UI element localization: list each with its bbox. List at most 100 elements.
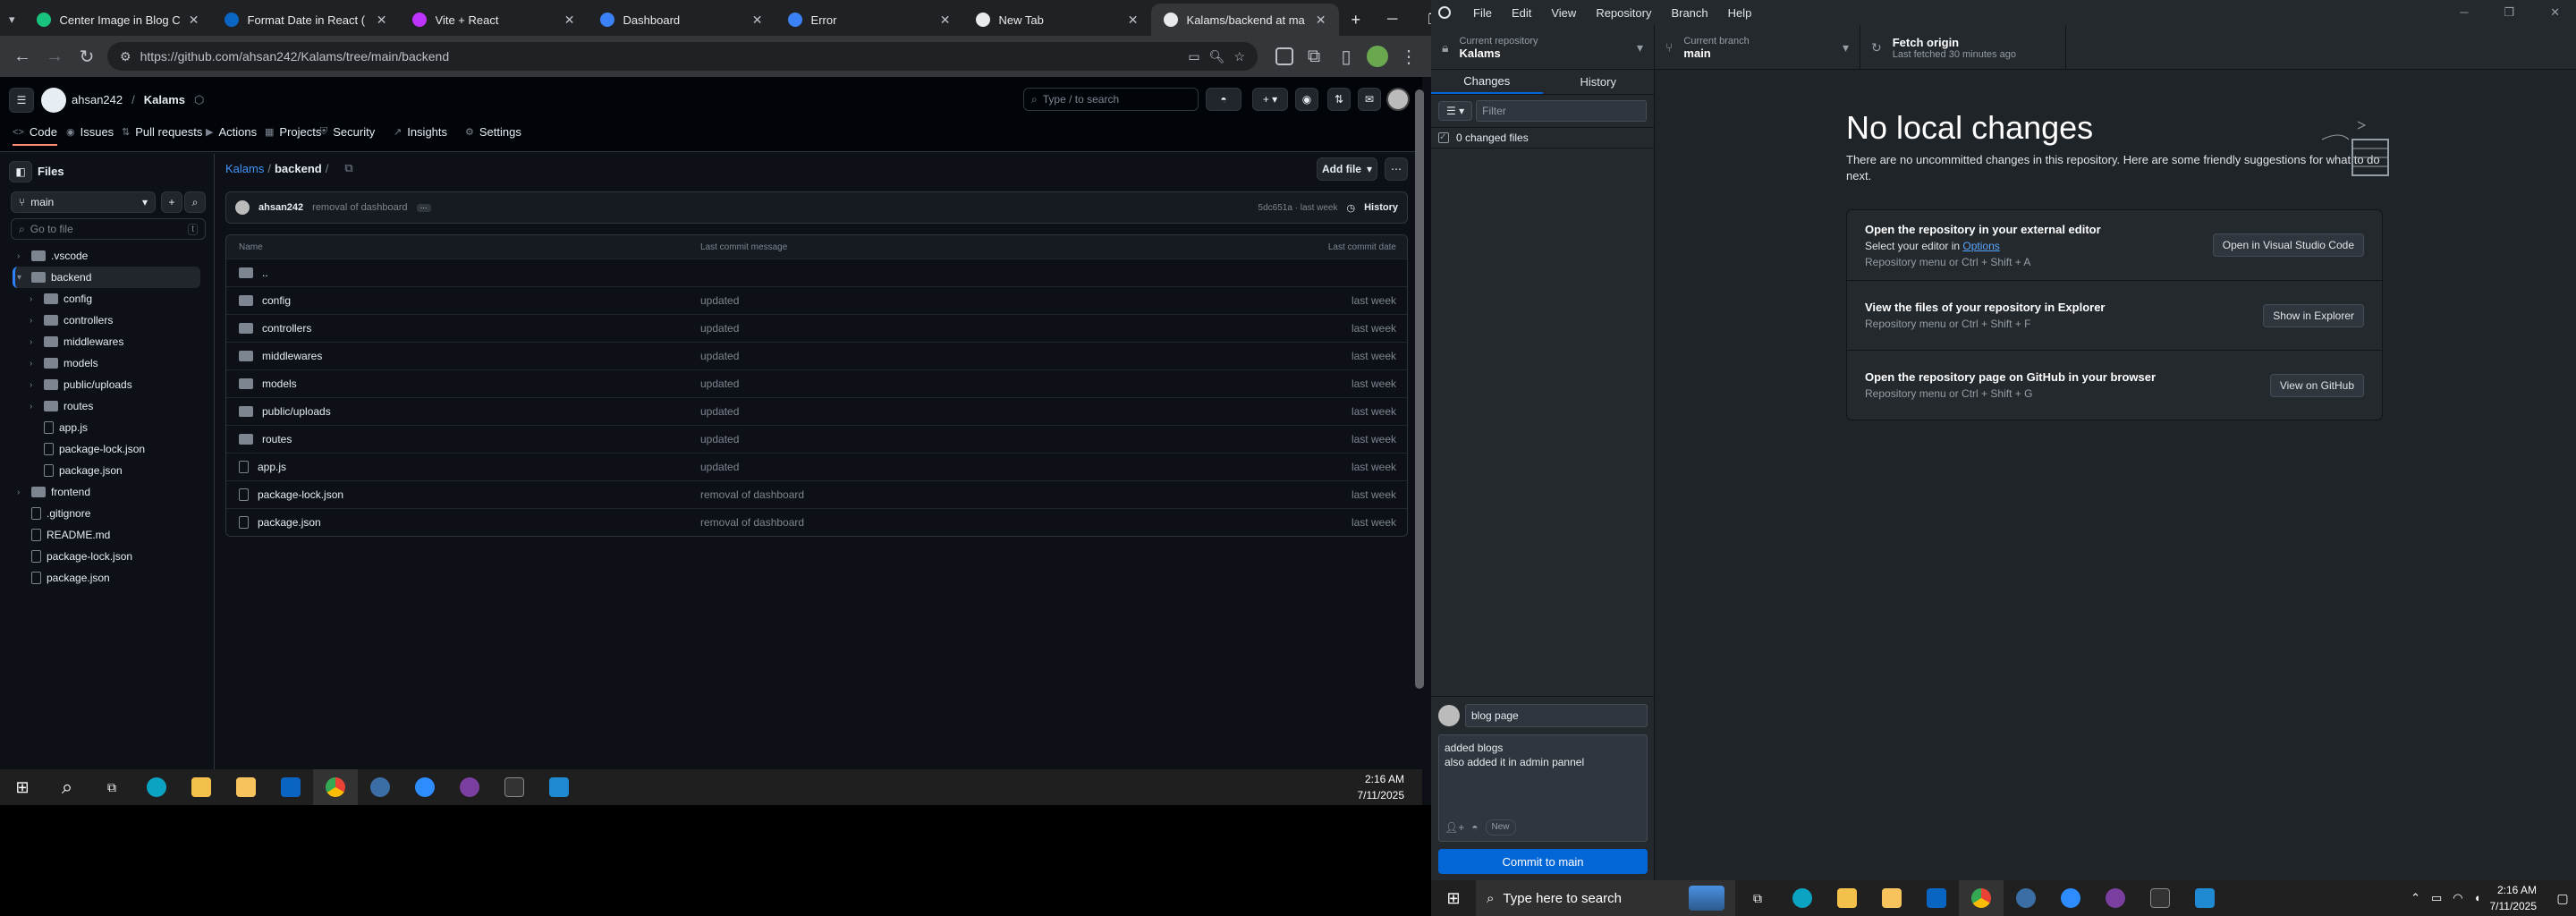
chrome-button[interactable]	[1959, 880, 2004, 916]
copilot-button[interactable]: ◓	[1206, 88, 1241, 111]
table-row[interactable]: package.json removal of dashboard last wee…	[226, 508, 1407, 536]
row-name[interactable]: app.js	[258, 461, 286, 473]
select-all-checkbox[interactable]: ✓	[1438, 132, 1449, 143]
menu-help[interactable]: Help	[1718, 6, 1762, 20]
tab-history[interactable]: History	[1543, 70, 1655, 94]
edge-button[interactable]	[1780, 880, 1825, 916]
row-commit-message[interactable]: updated	[700, 294, 1228, 307]
vscode-button[interactable]	[537, 769, 581, 805]
commit-sha-time[interactable]: 5dc651a · last week	[1258, 203, 1338, 213]
commit-author[interactable]: ahsan242	[258, 202, 303, 213]
close-icon[interactable]: ✕	[2550, 5, 2560, 20]
forward-icon[interactable]: →	[43, 47, 66, 67]
browser-tab[interactable]: Vite + React ✕	[400, 4, 588, 36]
row-name[interactable]: middlewares	[262, 350, 322, 362]
row-name[interactable]: models	[262, 377, 297, 390]
taskbar-clock[interactable]: 2:16 AM 7/11/2025	[1358, 771, 1423, 803]
browser-tab[interactable]: Error ✕	[775, 4, 963, 36]
file-tree-item[interactable]: › middlewares	[13, 331, 200, 352]
row-commit-message[interactable]: updated	[700, 322, 1228, 335]
suggestion-button[interactable]: Open in Visual Studio Code	[2212, 233, 2364, 257]
row-name[interactable]: controllers	[262, 322, 311, 335]
terminal-button[interactable]	[492, 769, 537, 805]
add-coauthor-icon[interactable]: 👤︎+	[1445, 820, 1464, 835]
row-name[interactable]: config	[262, 294, 291, 307]
github-logo-icon[interactable]	[41, 88, 66, 113]
fetch-origin-button[interactable]: ↻ Fetch origin Last fetched 30 minutes ag…	[1860, 25, 2066, 70]
current-branch-selector[interactable]: ⑂ Current branch main ▾	[1655, 25, 1860, 70]
file-tree-item[interactable]: package.json	[13, 460, 200, 481]
suggestion-button[interactable]: View on GitHub	[2269, 373, 2364, 397]
start-button[interactable]: ⊞	[0, 769, 45, 805]
menu-view[interactable]: View	[1541, 6, 1586, 20]
issues-button[interactable]: ◉	[1295, 88, 1318, 111]
zoom-button[interactable]	[402, 769, 447, 805]
user-avatar[interactable]	[1386, 88, 1410, 111]
pull-requests-button[interactable]: ⇅	[1327, 88, 1351, 111]
new-tab-button[interactable]: +	[1339, 4, 1374, 36]
profile-avatar[interactable]	[1367, 46, 1388, 67]
repo-tab-actions[interactable]: ▶ Actions	[206, 125, 257, 139]
file-tree-item[interactable]: package-lock.json	[13, 438, 200, 460]
task-view-button[interactable]: ⧉	[89, 769, 134, 805]
file-tree-item[interactable]: › routes	[13, 395, 200, 417]
repo-tab-insights[interactable]: ↗ Insights	[394, 125, 447, 139]
store-button[interactable]	[224, 769, 268, 805]
close-tab-icon[interactable]: ✕	[189, 13, 199, 28]
commit-message[interactable]: removal of dashboard	[312, 202, 407, 213]
tab-search-button[interactable]: ▾	[0, 4, 24, 36]
more-options-button[interactable]: ⋯	[1385, 157, 1408, 181]
store-button[interactable]	[1869, 880, 1914, 916]
outlook-button[interactable]	[268, 769, 313, 805]
breadcrumb-repo[interactable]: Kalams	[225, 162, 264, 175]
browser-tab[interactable]: Kalams/backend at ma ✕	[1150, 4, 1339, 36]
notifications-button[interactable]: ✉	[1358, 88, 1381, 111]
terminal-button[interactable]	[2138, 880, 2182, 916]
install-icon[interactable]: ▭	[1188, 49, 1199, 64]
browser-tab[interactable]: Format Date in React (✕	[212, 4, 400, 36]
repo-link[interactable]: Kalams	[144, 93, 185, 107]
table-row[interactable]: package-lock.json removal of dashboard las…	[226, 480, 1407, 508]
table-row[interactable]: models updated last week	[226, 369, 1407, 397]
file-tree-item[interactable]: › config	[13, 288, 200, 310]
file-tree-item[interactable]: package.json	[13, 567, 200, 589]
browser-tab[interactable]: New Tab ✕	[963, 4, 1151, 36]
file-tree-item[interactable]: › public/uploads	[13, 374, 200, 395]
menu-kebab-icon[interactable]: ⋮	[1397, 46, 1420, 68]
github-desktop-button[interactable]	[2093, 880, 2138, 916]
commit-button[interactable]: Commit to main	[1438, 849, 1648, 874]
zoom-icon[interactable]: 🔍︎	[1209, 49, 1225, 64]
close-tab-icon[interactable]: ✕	[1316, 13, 1326, 28]
options-link[interactable]: Options	[1962, 240, 1999, 252]
edge-button[interactable]	[134, 769, 179, 805]
commit-expand-icon[interactable]: ···	[416, 203, 431, 212]
repo-tab-pull-requests[interactable]: ⇅ Pull requests	[122, 125, 202, 139]
repo-tab-code[interactable]: <> Code	[13, 125, 57, 146]
bookmarks-icon[interactable]: ▯	[1335, 46, 1358, 68]
file-tree-item[interactable]: ▾ backend	[13, 267, 200, 288]
hamburger-menu-button[interactable]: ☰	[9, 88, 34, 113]
table-row[interactable]: controllers updated last week	[226, 314, 1407, 342]
add-file-sidebar-button[interactable]: +	[161, 191, 182, 213]
history-link[interactable]: History	[1364, 202, 1398, 213]
reload-icon[interactable]: ↻	[75, 46, 98, 68]
search-button[interactable]: ⌕	[45, 769, 89, 805]
file-tree-item[interactable]: .gitignore	[13, 503, 200, 524]
collapse-sidebar-button[interactable]: ◧	[9, 161, 32, 182]
owner-link[interactable]: ahsan242	[72, 93, 123, 107]
wifi-icon[interactable]: ◠	[2453, 891, 2462, 905]
repo-tab-issues[interactable]: ◉ Issues	[66, 125, 114, 139]
branch-selector[interactable]: ⑂ main ▾	[11, 191, 156, 213]
maximize-icon[interactable]: ❐	[2504, 5, 2514, 20]
current-repository-selector[interactable]: 🔒︎ Current repository Kalams ▾	[1431, 25, 1655, 70]
close-tab-icon[interactable]: ✕	[564, 13, 575, 28]
app-button[interactable]	[2004, 880, 2048, 916]
volume-icon[interactable]: ◖	[2474, 891, 2481, 905]
table-row[interactable]: ..	[226, 259, 1407, 286]
row-name[interactable]: routes	[262, 433, 292, 445]
menu-repository[interactable]: Repository	[1586, 6, 1661, 20]
row-commit-message[interactable]: removal of dashboard	[700, 516, 1228, 529]
repo-tab-projects[interactable]: ▦ Projects	[265, 125, 321, 139]
repo-tab-settings[interactable]: ⚙ Settings	[465, 125, 521, 139]
network-icon[interactable]: ▭	[2431, 891, 2442, 905]
